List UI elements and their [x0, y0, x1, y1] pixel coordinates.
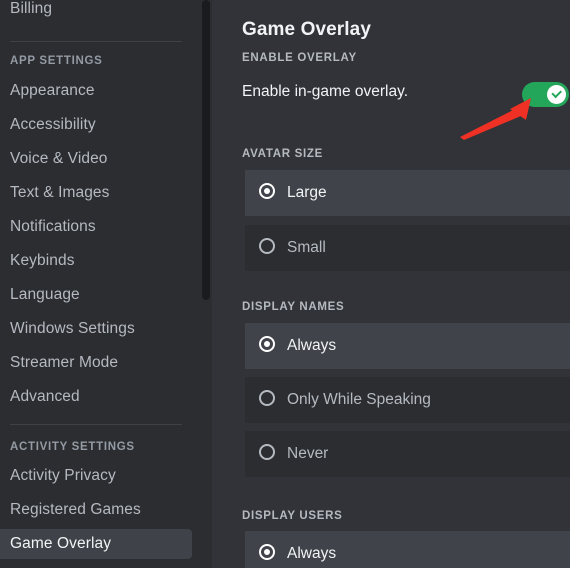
radio-selected-icon: [259, 544, 275, 560]
sidebar-item-label: Notifications: [10, 218, 96, 235]
sidebar-header-activity-settings: ACTIVITY SETTINGS: [10, 441, 135, 453]
sidebar-item-keybinds[interactable]: Keybinds: [0, 246, 192, 276]
radio-label: Never: [287, 445, 329, 462]
sidebar-item-label: Accessibility: [10, 116, 96, 133]
sidebar-item-accessibility[interactable]: Accessibility: [0, 110, 192, 140]
radio-selected-icon: [259, 336, 275, 352]
sidebar-item-language[interactable]: Language: [0, 280, 192, 310]
sidebar-item-game-overlay[interactable]: Game Overlay: [0, 529, 192, 559]
sidebar-item-billing[interactable]: Billing: [0, 0, 192, 24]
radio-row-display-names-never[interactable]: Never: [245, 431, 570, 477]
sidebar-item-label: Windows Settings: [10, 320, 135, 337]
discord-settings-window: Billing APP SETTINGS Appearance Accessib…: [0, 0, 570, 568]
sidebar-item-activity-privacy[interactable]: Activity Privacy: [0, 461, 192, 491]
sidebar-item-label: Game Overlay: [10, 535, 112, 552]
sidebar-item-label: Language: [10, 286, 80, 303]
radio-row-avatar-size-small[interactable]: Small: [245, 225, 570, 271]
sidebar-item-label: Voice & Video: [10, 150, 108, 167]
radio-row-display-names-always[interactable]: Always: [245, 323, 570, 369]
sidebar-header-app-settings: APP SETTINGS: [10, 55, 103, 67]
settings-sidebar: Billing APP SETTINGS Appearance Accessib…: [0, 0, 200, 568]
toggle-knob-check-icon: [547, 85, 566, 104]
radio-label: Small: [287, 239, 326, 256]
radio-unselected-icon: [259, 238, 275, 254]
sidebar-item-advanced[interactable]: Advanced: [0, 382, 192, 412]
section-header-display-users: DISPLAY USERS: [242, 510, 343, 522]
sidebar-item-label: Appearance: [10, 82, 95, 99]
enable-overlay-label: Enable in-game overlay.: [242, 83, 408, 100]
radio-label: Only While Speaking: [287, 391, 431, 408]
radio-row-display-names-only-while-speaking[interactable]: Only While Speaking: [245, 377, 570, 423]
radio-label: Always: [287, 337, 337, 354]
sidebar-item-label: Text & Images: [10, 184, 110, 201]
settings-main-panel: Game Overlay ENABLE OVERLAY Enable in-ga…: [212, 0, 570, 568]
sidebar-item-windows-settings[interactable]: Windows Settings: [0, 314, 192, 344]
sidebar-item-label: Advanced: [10, 388, 80, 405]
sidebar-item-notifications[interactable]: Notifications: [0, 212, 192, 242]
section-header-avatar-size: AVATAR SIZE: [242, 148, 323, 160]
radio-label: Large: [287, 184, 327, 201]
sidebar-divider-activity-settings: [10, 424, 182, 425]
sidebar-item-streamer-mode[interactable]: Streamer Mode: [0, 348, 192, 378]
sidebar-item-label: Streamer Mode: [10, 354, 119, 371]
sidebar-item-registered-games[interactable]: Registered Games: [0, 495, 192, 525]
sidebar-divider-app-settings: [10, 41, 182, 42]
sidebar-item-label: Registered Games: [10, 501, 141, 518]
radio-row-avatar-size-large[interactable]: Large: [245, 170, 570, 216]
sidebar-item-label: Billing: [10, 0, 53, 17]
radio-row-display-users-always[interactable]: Always: [245, 531, 570, 568]
sidebar-scrollbar-thumb[interactable]: [202, 0, 210, 300]
enable-overlay-toggle[interactable]: [522, 82, 569, 107]
section-header-display-names: DISPLAY NAMES: [242, 301, 345, 313]
section-header-enable-overlay: ENABLE OVERLAY: [242, 52, 357, 64]
page-title: Game Overlay: [242, 18, 372, 40]
radio-selected-icon: [259, 183, 275, 199]
sidebar-item-voice-video[interactable]: Voice & Video: [0, 144, 192, 174]
sidebar-item-appearance[interactable]: Appearance: [0, 76, 192, 106]
radio-label: Always: [287, 545, 337, 562]
sidebar-item-label: Activity Privacy: [10, 467, 116, 484]
sidebar-item-label: Keybinds: [10, 252, 75, 269]
radio-unselected-icon: [259, 390, 275, 406]
sidebar-item-text-images[interactable]: Text & Images: [0, 178, 192, 208]
radio-unselected-icon: [259, 444, 275, 460]
